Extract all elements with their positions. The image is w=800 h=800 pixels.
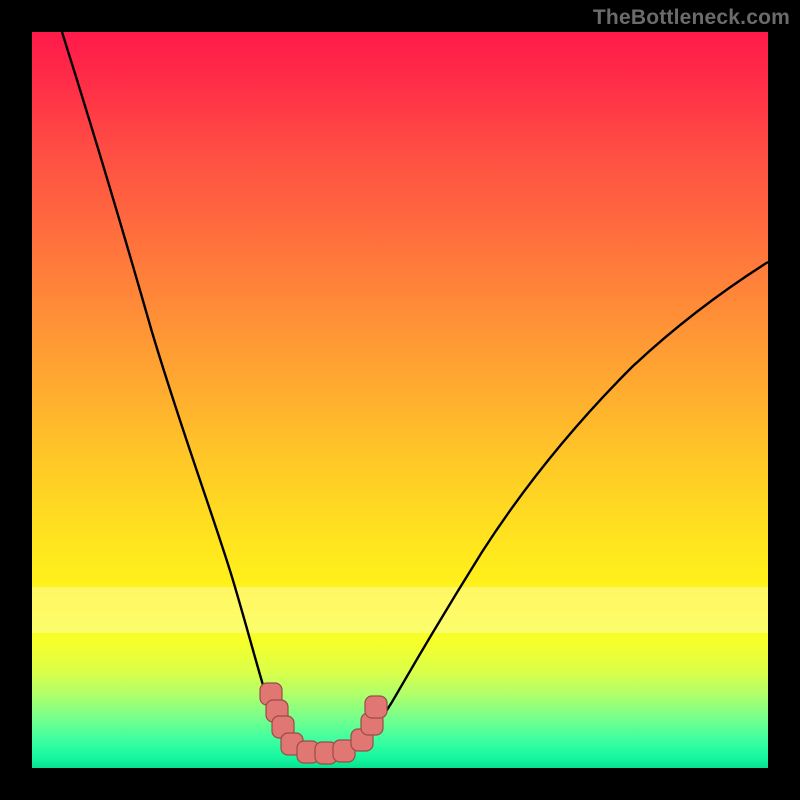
chart-stage: TheBottleneck.com <box>0 0 800 800</box>
valley-markers-group <box>260 683 387 764</box>
plot-area <box>32 32 768 768</box>
curve-layer <box>32 32 768 768</box>
watermark-text: TheBottleneck.com <box>593 6 790 30</box>
bottleneck-curve <box>62 32 768 752</box>
curve-marker <box>365 696 387 718</box>
